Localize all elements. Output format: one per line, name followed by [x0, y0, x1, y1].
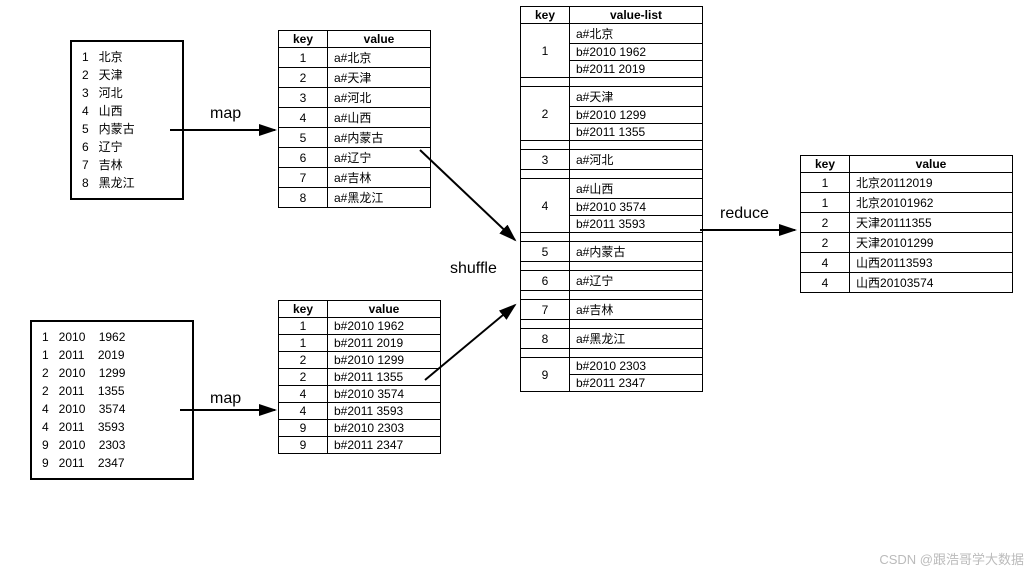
input-b-row: 1 2011 2019: [42, 346, 182, 364]
map-b-row: 2b#2010 1299: [279, 352, 441, 369]
header-key: key: [521, 7, 570, 24]
label-map1: map: [210, 105, 241, 123]
map-a-table: keyvalue 1a#北京2a#天津3a#河北4a#山西5a#内蒙古6a#辽宁…: [278, 30, 431, 208]
map-a-row: 5a#内蒙古: [279, 128, 431, 148]
reduce-row: 4山西20103574: [801, 273, 1013, 293]
map-b-row: 4b#2011 3593: [279, 403, 441, 420]
input-a-row: 7 吉林: [82, 156, 172, 174]
map-a-row: 3a#河北: [279, 88, 431, 108]
map-a-row: 1a#北京: [279, 48, 431, 68]
header-value: value: [328, 31, 431, 48]
map-a-row: 4a#山西: [279, 108, 431, 128]
input-b-row: 4 2010 3574: [42, 400, 182, 418]
input-a-row: 2 天津: [82, 66, 172, 84]
input-a-row: 4 山西: [82, 102, 172, 120]
shuffle-row: 9b#2010 2303: [521, 358, 703, 375]
input-a-box: 1 北京2 天津3 河北4 山西5 内蒙古6 辽宁7 吉林8 黑龙江: [70, 40, 184, 200]
shuffle-row: 2a#天津: [521, 87, 703, 107]
map-a-row: 7a#吉林: [279, 168, 431, 188]
header-key: key: [801, 156, 850, 173]
shuffle-row: 5a#内蒙古: [521, 242, 703, 262]
watermark: CSDN @跟浩哥学大数据: [879, 549, 1024, 568]
map-b-row: 9b#2010 2303: [279, 420, 441, 437]
input-a-row: 5 内蒙古: [82, 120, 172, 138]
input-a-row: 3 河北: [82, 84, 172, 102]
header-valuelist: value-list: [570, 7, 703, 24]
input-b-box: 1 2010 19621 2011 20192 2010 12992 2011 …: [30, 320, 194, 480]
map-b-row: 1b#2010 1962: [279, 318, 441, 335]
map-a-row: 2a#天津: [279, 68, 431, 88]
input-b-row: 9 2011 2347: [42, 454, 182, 472]
header-value: value: [850, 156, 1013, 173]
label-reduce: reduce: [720, 205, 769, 223]
label-map2: map: [210, 390, 241, 408]
map-a-row: 8a#黑龙江: [279, 188, 431, 208]
reduce-row: 1北京20101962: [801, 193, 1013, 213]
reduce-row: 2天津20111355: [801, 213, 1013, 233]
input-a-row: 1 北京: [82, 48, 172, 66]
map-b-table: keyvalue 1b#2010 19621b#2011 20192b#2010…: [278, 300, 441, 454]
shuffle-row: 7a#吉林: [521, 300, 703, 320]
shuffle-row: 1a#北京: [521, 24, 703, 44]
input-b-row: 4 2011 3593: [42, 418, 182, 436]
reduce-row: 4山西20113593: [801, 253, 1013, 273]
input-a-row: 6 辽宁: [82, 138, 172, 156]
reduce-row: 2天津20101299: [801, 233, 1013, 253]
reduce-table: keyvalue 1北京201120191北京201019622天津201113…: [800, 155, 1013, 293]
input-b-row: 1 2010 1962: [42, 328, 182, 346]
shuffle-row: 4a#山西: [521, 179, 703, 199]
header-key: key: [279, 301, 328, 318]
map-b-row: 9b#2011 2347: [279, 437, 441, 454]
input-b-row: 9 2010 2303: [42, 436, 182, 454]
input-a-row: 8 黑龙江: [82, 174, 172, 192]
shuffle-row: 8a#黑龙江: [521, 329, 703, 349]
reduce-row: 1北京20112019: [801, 173, 1013, 193]
input-b-row: 2 2011 1355: [42, 382, 182, 400]
map-b-row: 4b#2010 3574: [279, 386, 441, 403]
input-b-row: 2 2010 1299: [42, 364, 182, 382]
shuffle-row: 3a#河北: [521, 150, 703, 170]
map-b-row: 1b#2011 2019: [279, 335, 441, 352]
shuffle-table: keyvalue-list 1a#北京b#2010 1962b#2011 201…: [520, 6, 703, 392]
map-b-row: 2b#2011 1355: [279, 369, 441, 386]
header-key: key: [279, 31, 328, 48]
map-a-row: 6a#辽宁: [279, 148, 431, 168]
label-shuffle: shuffle: [450, 260, 497, 278]
header-value: value: [328, 301, 441, 318]
shuffle-row: 6a#辽宁: [521, 271, 703, 291]
